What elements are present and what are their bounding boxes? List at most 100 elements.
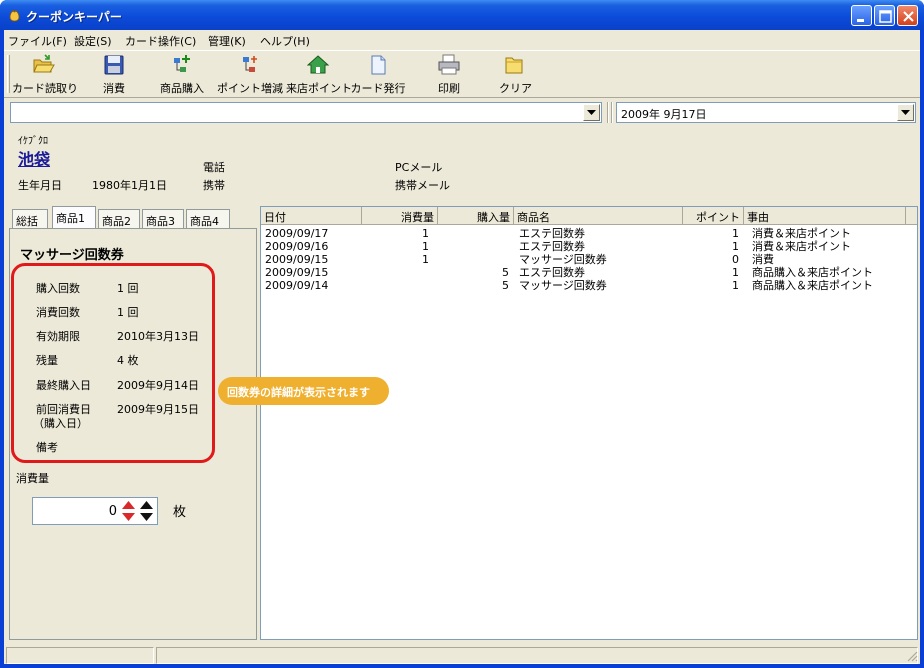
menu-settings[interactable]: 設定(S): [74, 33, 112, 49]
toolbar: カード読取り 消費 商品購入 ポイント増減 来店ポイント カード発行 印刷 クリ…: [4, 50, 920, 98]
customer-name-link[interactable]: 池袋: [18, 146, 50, 170]
tree-edit-icon: [243, 56, 257, 72]
pcmail-label: PCメール: [395, 161, 443, 174]
cell-date: 2009/09/16: [265, 240, 329, 253]
expiry-label: 有効期限: [36, 330, 80, 343]
cell-date: 2009/09/15: [265, 253, 329, 266]
minimize-button[interactable]: [851, 5, 872, 26]
status-bar: [4, 645, 920, 664]
cell-purchase: 5: [502, 279, 509, 292]
spin-black-buttons[interactable]: [138, 499, 155, 523]
cell-reason: 消費＆来店ポイント: [752, 227, 851, 240]
read-card-button[interactable]: カード読取り: [12, 54, 78, 96]
cell-reason: 消費＆来店ポイント: [752, 240, 851, 253]
clear-button[interactable]: クリア: [499, 54, 532, 96]
history-table[interactable]: 日付 消費量 購入量 商品名 ポイント 事由 2009/09/17 1 エステ回数券…: [260, 206, 918, 640]
note-label: 備考: [36, 441, 58, 454]
last-purchase-value: 2009年9月14日: [117, 379, 199, 392]
toolbar-grip[interactable]: [7, 55, 10, 93]
tab-summary[interactable]: 総括: [12, 209, 48, 228]
app-icon: [9, 9, 20, 22]
remaining-value: 4 枚: [117, 354, 139, 367]
search-combo[interactable]: [10, 102, 602, 123]
menu-manage[interactable]: 管理(K): [208, 33, 246, 49]
cell-point: 1: [732, 240, 739, 253]
column-reason[interactable]: 事由: [744, 207, 906, 225]
callout-bubble: 回数券の詳細が表示されます: [218, 377, 389, 405]
title-bar[interactable]: クーポンキーパー: [0, 0, 924, 30]
consume-count-label: 消費回数: [36, 306, 80, 319]
column-purchase[interactable]: 購入量: [438, 207, 514, 225]
quantity-label: 消費量: [16, 472, 49, 485]
date-dropdown-button[interactable]: [897, 104, 914, 121]
customer-kana: ｲｹﾌﾞｸﾛ: [18, 136, 48, 147]
menu-help[interactable]: ヘルプ(H): [260, 33, 310, 49]
column-date[interactable]: 日付: [261, 207, 362, 225]
table-row[interactable]: 2009/09/16 1 エステ回数券 1 消費＆来店ポイント: [261, 240, 917, 253]
column-product[interactable]: 商品名: [514, 207, 683, 225]
birth-value: 1980年1月1日: [92, 179, 167, 192]
client-area: ファイル(F) 設定(S) カード操作(C) 管理(K) ヘルプ(H) カード読…: [4, 30, 920, 664]
consume-button[interactable]: 消費: [96, 54, 132, 96]
table-row[interactable]: 2009/09/15 5 エステ回数券 1 商品購入＆来店ポイント: [261, 266, 917, 279]
folder-icon: [505, 57, 523, 74]
resize-grip-icon[interactable]: [906, 650, 918, 662]
last-purchase-label: 最終購入日: [36, 379, 91, 392]
column-consume[interactable]: 消費量: [362, 207, 438, 225]
tab-product-2[interactable]: 商品2: [98, 209, 140, 228]
maximize-button[interactable]: [874, 5, 895, 26]
close-button[interactable]: [897, 5, 918, 26]
tree-add-icon: [174, 55, 190, 72]
quantity-unit: 枚: [173, 505, 187, 520]
spin-up-down-icon: [140, 501, 153, 521]
chevron-down-icon: [901, 110, 910, 115]
chevron-down-icon: [587, 110, 596, 115]
spin-red-buttons[interactable]: [120, 499, 137, 523]
tab-product-4[interactable]: 商品4: [186, 209, 230, 228]
cell-point: 1: [732, 227, 739, 240]
menu-card-ops[interactable]: カード操作(C): [125, 33, 196, 49]
tab-product-1[interactable]: 商品1: [52, 206, 96, 228]
table-header: 日付 消費量 購入量 商品名 ポイント 事由: [261, 207, 917, 225]
cell-point: 0: [732, 253, 739, 266]
floppy-disk-icon: [104, 55, 124, 75]
date-combo[interactable]: 2009年 9月17日: [616, 102, 916, 123]
customer-info: ｲｹﾌﾞｸﾛ 池袋 生年月日 1980年1月1日 電話 携帯 PCメール 携帯メ…: [4, 126, 920, 202]
cell-reason: 商品購入＆来店ポイント: [752, 279, 873, 292]
product-detail-panel: マッサージ回数券 購入回数 1 回 消費回数 1 回 有効期限 2010年3月1…: [9, 228, 257, 640]
cell-date: 2009/09/15: [265, 266, 329, 279]
quantity-value: 0: [108, 504, 117, 519]
cell-consume: 1: [422, 240, 429, 253]
cell-point: 1: [732, 266, 739, 279]
table-row[interactable]: 2009/09/17 1 エステ回数券 1 消費＆来店ポイント: [261, 227, 917, 240]
table-row[interactable]: 2009/09/15 1 マッサージ回数券 0 消費: [261, 253, 917, 266]
consume-count-value: 1 回: [117, 306, 139, 319]
menu-bar: ファイル(F) 設定(S) カード操作(C) 管理(K) ヘルプ(H): [4, 30, 920, 49]
callout-text: 回数券の詳細が表示されます: [227, 386, 370, 399]
cell-product: マッサージ回数券: [519, 253, 607, 266]
purchase-count-label: 購入回数: [36, 282, 80, 295]
column-point[interactable]: ポイント: [683, 207, 744, 225]
tab-product-3[interactable]: 商品3: [142, 209, 184, 228]
point-change-button[interactable]: ポイント増減: [217, 54, 283, 96]
purchase-button[interactable]: 商品購入: [156, 54, 208, 96]
product-tabs: 総括 商品1 商品2 商品3 商品4: [4, 206, 256, 228]
app-window: クーポンキーパー ファイル(F) 設定(S) カード操作(C) 管理(K) ヘル…: [0, 0, 924, 668]
purchase-count-value: 1 回: [117, 282, 139, 295]
phone-label: 電話: [203, 161, 225, 174]
cell-reason: 商品購入＆来店ポイント: [752, 266, 873, 279]
toolbar-separator: [607, 102, 609, 123]
search-row: 2009年 9月17日: [4, 100, 920, 124]
table-row[interactable]: 2009/09/14 5 マッサージ回数券 1 商品購入＆来店ポイント: [261, 279, 917, 292]
cell-product: エステ回数券: [519, 227, 585, 240]
print-button[interactable]: 印刷: [434, 54, 464, 96]
issue-card-button[interactable]: カード発行: [348, 54, 408, 96]
cell-point: 1: [732, 279, 739, 292]
visit-point-button[interactable]: 来店ポイント: [286, 54, 352, 96]
menu-file[interactable]: ファイル(F): [8, 33, 67, 49]
cell-date: 2009/09/14: [265, 279, 329, 292]
expiry-value: 2010年3月13日: [117, 330, 199, 343]
search-dropdown-button[interactable]: [583, 104, 600, 121]
cell-reason: 消費: [752, 253, 774, 266]
quantity-stepper[interactable]: 0: [32, 497, 158, 525]
